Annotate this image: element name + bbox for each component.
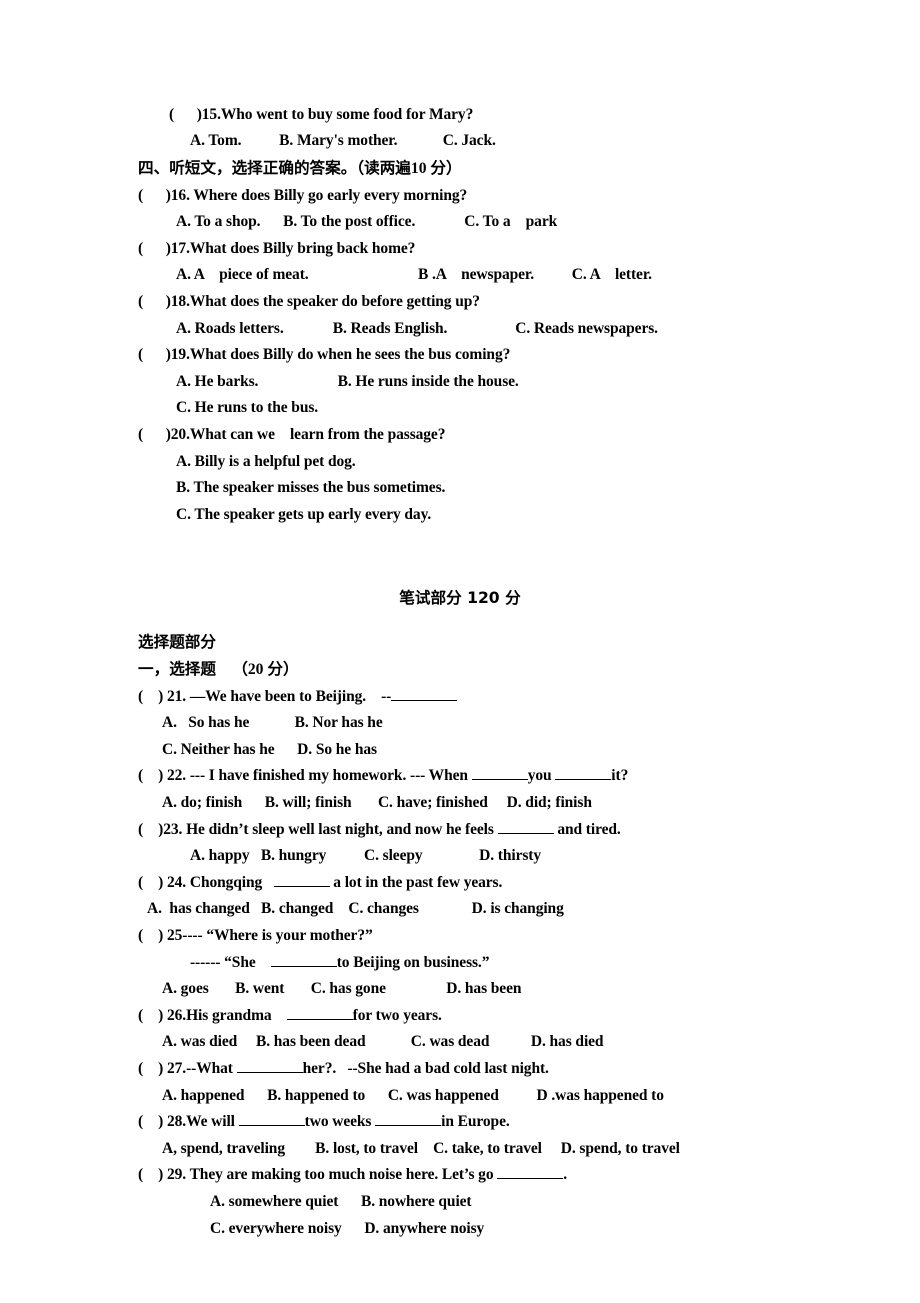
question-19-options-line-1: A. He barks. B. He runs inside the house…	[176, 372, 519, 390]
question-21-prompt-text: ( ) 21. —We have been to Beijing. --	[138, 687, 392, 705]
question-22-blank-2[interactable]	[555, 779, 612, 781]
question-27-options: A. happened B. happened to C. was happen…	[162, 1086, 664, 1104]
question-28-prompt: ( ) 28.We will two weeks in Europe.	[138, 1109, 830, 1136]
question-25-options: A. goes B. went C. has gone D. has been	[162, 980, 522, 998]
exam-paper-page: ( )15.Who went to buy some food for Mary…	[0, 0, 920, 1303]
question-29-options-line-2: C. everywhere noisy D. anywhere noisy	[210, 1219, 485, 1237]
question-19-options-line-2: C. He runs to the bus.	[176, 399, 319, 417]
question-27-prompt: ( ) 27.--What her?. --She had a bad cold…	[138, 1056, 830, 1083]
question-16-options: A. To a shop. B. To the post office. C. …	[176, 213, 558, 231]
question-25-prompt-line-2-post: to Beijing on business.”	[336, 953, 490, 971]
choice-subsection-heading: 选择题部分	[138, 633, 216, 652]
question-20-option-a: A. Billy is a helpful pet dog.	[176, 452, 356, 470]
question-22-prompt-post: it?	[611, 767, 629, 785]
question-23-prompt-pre: ( )23. He didn’t sleep well last night, …	[138, 820, 498, 838]
question-24-prompt: ( ) 24. Chongqing a lot in the past few …	[138, 870, 830, 897]
question-28-prompt-pre: ( ) 28.We will	[138, 1113, 239, 1131]
question-24-options: A. has changed B. changed C. changes D. …	[147, 900, 564, 918]
part-one-heading-tail: ）	[282, 660, 299, 679]
question-23-blank[interactable]	[497, 832, 554, 834]
question-21-prompt: ( ) 21. —We have been to Beijing. --	[138, 684, 830, 711]
top-margin-spacer-4	[138, 80, 830, 102]
question-26-options: A. was died B. has been dead C. was dead…	[162, 1033, 604, 1051]
question-26-prompt-post: for two years.	[352, 1006, 442, 1024]
question-16-prompt: ( )16. Where does Billy go early every m…	[138, 186, 468, 204]
question-25-blank[interactable]	[270, 965, 337, 967]
question-29-prompt-post: .	[563, 1166, 568, 1184]
question-23-prompt: ( )23. He didn’t sleep well last night, …	[138, 817, 830, 844]
question-21-options-line-2: C. Neither has he D. So he has	[162, 740, 377, 758]
question-15-prompt: ( )15.Who went to buy some food for Mary…	[169, 105, 474, 123]
question-24-prompt-pre: ( ) 24. Chongqing	[138, 873, 274, 891]
question-17-prompt: ( )17.What does Billy bring back home?	[138, 239, 416, 257]
question-29-prompt: ( ) 29. They are making too much noise h…	[138, 1162, 830, 1189]
question-22-blank-1[interactable]	[471, 779, 528, 781]
question-21-options-line-1: A. So has he B. Nor has he	[162, 714, 383, 732]
question-18-prompt: ( )18.What does the speaker do before ge…	[138, 292, 480, 310]
question-24-blank[interactable]	[273, 885, 330, 887]
question-26-blank[interactable]	[286, 1018, 353, 1020]
question-22-prompt: ( ) 22. --- I have finished my homework.…	[138, 763, 830, 790]
section-gap-spacer-1	[138, 528, 830, 555]
question-21-blank[interactable]	[391, 699, 458, 701]
question-20-option-c: C. The speaker gets up early every day.	[176, 505, 432, 523]
listening-section-heading-score: 10 分）	[410, 159, 462, 177]
question-26-prompt-pre: ( ) 26.His grandma	[138, 1006, 287, 1024]
question-23-options: A. happy B. hungry C. sleepy D. thirsty	[190, 847, 542, 865]
question-28-prompt-post: in Europe.	[441, 1113, 510, 1131]
question-25-prompt-line-2: ------ “She to Beijing on business.”	[138, 950, 830, 977]
question-26-prompt: ( ) 26.His grandma for two years.	[138, 1003, 830, 1030]
part-one-heading-score: 20 分	[247, 661, 283, 679]
question-20-prompt: ( )20.What can we learn from the passage…	[138, 425, 446, 443]
question-27-blank[interactable]	[236, 1071, 303, 1073]
question-19-prompt: ( )19.What does Billy do when he sees th…	[138, 346, 511, 364]
question-22-options: A. do; finish B. will; finish C. have; f…	[162, 794, 592, 812]
top-margin-spacer	[138, 0, 830, 27]
question-27-prompt-post: her?. --She had a bad cold last night.	[302, 1059, 549, 1077]
question-20-option-b: B. The speaker misses the bus sometimes.	[176, 479, 446, 497]
question-23-prompt-post: and tired.	[553, 820, 621, 838]
question-22-prompt-mid: you	[527, 767, 556, 785]
listening-section-heading: 四、听短文，选择正确的答案。（读两遍10 分）	[138, 155, 830, 183]
question-29-prompt-pre: ( ) 29. They are making too much noise h…	[138, 1166, 498, 1184]
title-gap-spacer	[138, 611, 830, 629]
top-margin-spacer-2	[138, 27, 830, 54]
question-22-prompt-pre: ( ) 22. --- I have finished my homework.…	[138, 767, 472, 785]
question-28-prompt-mid: two weeks	[304, 1113, 376, 1131]
listening-section-heading-text: 四、听短文，选择正确的答案。（读两遍	[138, 158, 411, 177]
question-28-blank-2[interactable]	[375, 1125, 442, 1127]
question-24-prompt-post: a lot in the past few years.	[329, 873, 503, 891]
question-28-options: A, spend, traveling B. lost, to travel C…	[162, 1139, 680, 1157]
question-29-options-line-1: A. somewhere quiet B. nowhere quiet	[210, 1192, 472, 1210]
question-25-prompt: ( ) 25---- “Where is your mother?”	[138, 927, 373, 944]
part-one-heading: 一，选择题 （20 分）	[138, 656, 830, 684]
written-section-title: 笔试部分 120 分	[399, 588, 521, 607]
question-25-prompt-line-2-pre: ------ “She	[190, 953, 271, 971]
question-18-options: A. Roads letters. B. Reads English. C. R…	[176, 319, 658, 337]
top-margin-spacer-3	[138, 53, 830, 80]
question-29-blank[interactable]	[497, 1178, 564, 1180]
question-15-options: A. Tom. B. Mary's mother. C. Jack.	[190, 132, 496, 150]
part-one-heading-text: 一，选择题 （	[138, 660, 248, 679]
question-17-options: A. A piece of meat. B .A newspaper. C. A…	[176, 266, 652, 284]
question-27-prompt-pre: ( ) 27.--What	[138, 1059, 237, 1077]
question-28-blank-1[interactable]	[238, 1125, 305, 1127]
section-gap-spacer-2	[138, 555, 830, 585]
